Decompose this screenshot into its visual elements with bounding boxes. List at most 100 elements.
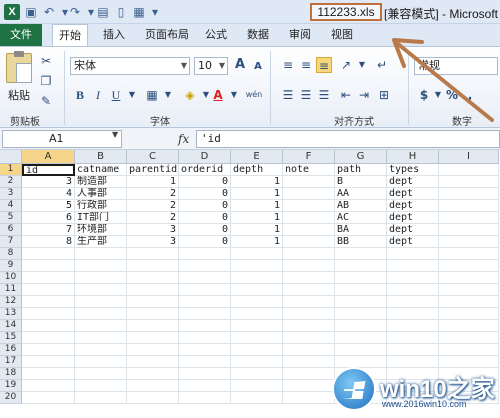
row-header[interactable]: 12 bbox=[0, 296, 22, 308]
cell[interactable]: dept bbox=[387, 200, 439, 212]
cell[interactable]: catname bbox=[75, 164, 127, 176]
cell[interactable] bbox=[127, 380, 179, 392]
cell[interactable]: 6 bbox=[22, 212, 75, 224]
cell[interactable] bbox=[283, 176, 335, 188]
chevron-down-icon[interactable]: ▼ bbox=[226, 87, 242, 103]
cell[interactable] bbox=[335, 344, 387, 356]
cell[interactable] bbox=[283, 344, 335, 356]
cell[interactable]: 0 bbox=[179, 200, 231, 212]
row-header[interactable]: 4 bbox=[0, 200, 22, 212]
column-header-h[interactable]: H bbox=[387, 150, 439, 164]
cell[interactable] bbox=[387, 296, 439, 308]
cut-icon[interactable]: ✂ bbox=[38, 53, 54, 69]
cell[interactable]: dept bbox=[387, 212, 439, 224]
cell[interactable] bbox=[231, 368, 283, 380]
cell[interactable]: note bbox=[283, 164, 335, 176]
cell[interactable] bbox=[283, 392, 335, 404]
tab-insert[interactable]: 插入 bbox=[96, 24, 132, 46]
cell[interactable] bbox=[439, 320, 499, 332]
row-header[interactable]: 13 bbox=[0, 308, 22, 320]
cell[interactable] bbox=[22, 332, 75, 344]
underline-button[interactable]: U bbox=[108, 87, 124, 103]
cell[interactable]: parentid bbox=[127, 164, 179, 176]
cell[interactable] bbox=[439, 296, 499, 308]
tab-data[interactable]: 数据 bbox=[242, 24, 274, 46]
cell[interactable]: 人事部 bbox=[75, 188, 127, 200]
cell[interactable] bbox=[127, 248, 179, 260]
cell[interactable] bbox=[127, 308, 179, 320]
format-painter-icon[interactable]: ✎ bbox=[38, 93, 54, 109]
cell[interactable] bbox=[439, 332, 499, 344]
fill-color-icon[interactable]: ◈ bbox=[182, 87, 198, 103]
cell[interactable] bbox=[231, 284, 283, 296]
row-header[interactable]: 3 bbox=[0, 188, 22, 200]
cell[interactable] bbox=[231, 380, 283, 392]
cell[interactable] bbox=[283, 224, 335, 236]
cell[interactable]: 2 bbox=[127, 212, 179, 224]
form-icon[interactable]: ▤ bbox=[96, 5, 110, 19]
number-format-select[interactable]: 常规 bbox=[414, 57, 498, 75]
cell[interactable] bbox=[75, 380, 127, 392]
cell[interactable]: 制造部 bbox=[75, 176, 127, 188]
new-document-icon[interactable]: ▯ bbox=[114, 5, 128, 19]
cell[interactable] bbox=[439, 260, 499, 272]
cell[interactable]: 行政部 bbox=[75, 200, 127, 212]
align-center-icon[interactable]: ☰ bbox=[298, 87, 314, 103]
row-header[interactable]: 9 bbox=[0, 260, 22, 272]
column-header-f[interactable]: F bbox=[283, 150, 335, 164]
cell[interactable] bbox=[439, 344, 499, 356]
cell[interactable] bbox=[439, 248, 499, 260]
cell[interactable]: id bbox=[22, 164, 75, 176]
cell[interactable] bbox=[22, 308, 75, 320]
cell[interactable]: 1 bbox=[231, 200, 283, 212]
cell[interactable]: 1 bbox=[127, 176, 179, 188]
cell[interactable] bbox=[231, 344, 283, 356]
cell[interactable] bbox=[127, 392, 179, 404]
cell[interactable] bbox=[387, 284, 439, 296]
font-name-select[interactable]: 宋体 ▼ bbox=[70, 57, 190, 75]
tab-review[interactable]: 审阅 bbox=[284, 24, 316, 46]
select-all-corner[interactable] bbox=[0, 150, 22, 164]
cell[interactable] bbox=[231, 272, 283, 284]
formula-input[interactable]: 'id bbox=[196, 130, 500, 148]
row-header[interactable]: 19 bbox=[0, 380, 22, 392]
column-header-g[interactable]: G bbox=[335, 150, 387, 164]
cell[interactable] bbox=[439, 164, 499, 176]
cell[interactable] bbox=[22, 344, 75, 356]
tab-formulas[interactable]: 公式 bbox=[200, 24, 232, 46]
cell[interactable]: orderid bbox=[179, 164, 231, 176]
cell[interactable] bbox=[439, 224, 499, 236]
cell[interactable]: 3 bbox=[127, 236, 179, 248]
cell[interactable] bbox=[283, 236, 335, 248]
redo-icon[interactable]: ↷ bbox=[68, 5, 82, 19]
cell[interactable]: dept bbox=[387, 224, 439, 236]
cell[interactable] bbox=[387, 308, 439, 320]
cell[interactable] bbox=[75, 284, 127, 296]
column-header-a[interactable]: A bbox=[22, 150, 75, 164]
row-header[interactable]: 2 bbox=[0, 176, 22, 188]
insert-function-icon[interactable]: fx bbox=[178, 132, 189, 146]
cell[interactable] bbox=[22, 356, 75, 368]
excel-icon[interactable]: X bbox=[4, 4, 20, 20]
column-header-d[interactable]: D bbox=[179, 150, 231, 164]
shrink-font-icon[interactable]: A bbox=[250, 59, 266, 75]
percent-icon[interactable]: % bbox=[444, 87, 460, 103]
cell[interactable] bbox=[127, 368, 179, 380]
cell[interactable]: 2 bbox=[127, 200, 179, 212]
borders-icon[interactable]: ▦ bbox=[144, 87, 160, 103]
column-header-b[interactable]: B bbox=[75, 150, 127, 164]
merge-center-icon[interactable]: ⊞ bbox=[376, 87, 392, 103]
cell[interactable] bbox=[127, 332, 179, 344]
font-size-select[interactable]: 10 ▼ bbox=[194, 57, 228, 75]
cell[interactable]: depth bbox=[231, 164, 283, 176]
cell[interactable] bbox=[283, 248, 335, 260]
font-color-icon[interactable]: A bbox=[210, 87, 226, 103]
cell[interactable]: BB bbox=[335, 236, 387, 248]
cell[interactable] bbox=[283, 284, 335, 296]
cell[interactable] bbox=[387, 248, 439, 260]
cell[interactable] bbox=[127, 344, 179, 356]
column-header-i[interactable]: I bbox=[439, 150, 499, 164]
cell[interactable] bbox=[283, 272, 335, 284]
cell[interactable]: 生产部 bbox=[75, 236, 127, 248]
cell[interactable] bbox=[179, 332, 231, 344]
